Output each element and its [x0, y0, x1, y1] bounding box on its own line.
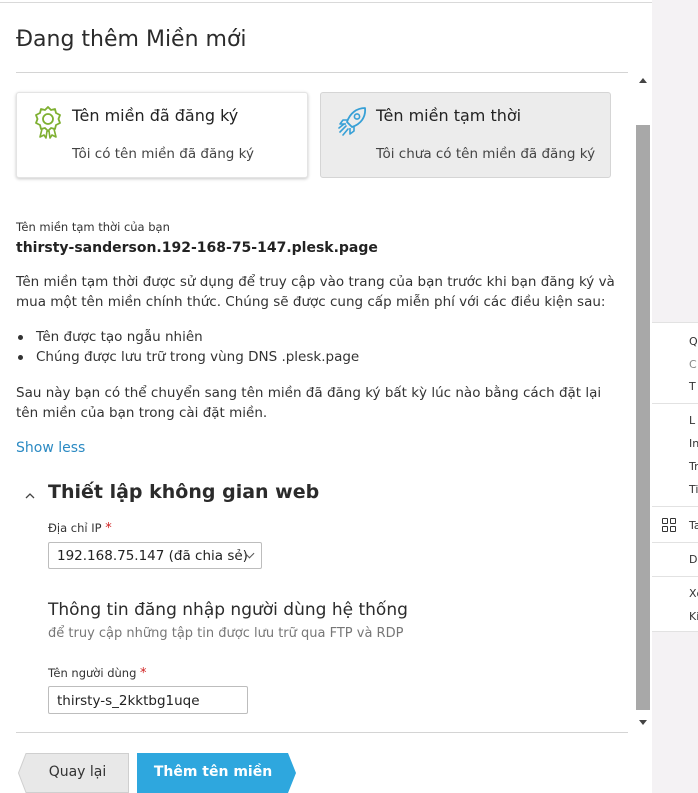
ip-address-select[interactable]: 192.168.75.147 (đã chia sẻ) — [48, 542, 262, 569]
option-registered-domain[interactable]: Tên miền đã đăng ký Tôi có tên miền đã đ… — [16, 92, 308, 178]
temp-domain-label: Tên miền tạm thời của bạn — [16, 220, 170, 234]
bg-menu-item: D — [689, 553, 698, 566]
bg-menu-item: C — [689, 358, 697, 371]
login-info-title: Thông tin đăng nhập người dùng hệ thống — [48, 600, 408, 620]
username-field[interactable]: thirsty-s_2kktbg1uqe — [48, 686, 248, 714]
bg-menu-divider — [652, 506, 698, 507]
bg-menu-item: Ta — [689, 519, 698, 532]
option-subtitle: Tôi chưa có tên miền đã đăng ký — [376, 146, 596, 162]
bg-menu-item: Xo — [689, 587, 698, 600]
webspace-section-title[interactable]: Thiết lập không gian web — [48, 481, 319, 503]
option-title: Tên miền tạm thời — [376, 106, 522, 125]
required-mark: * — [140, 666, 147, 681]
conditions-list: Tên được tạo ngẫu nhiên Chúng được lưu t… — [16, 327, 359, 367]
back-button[interactable]: Quay lại — [18, 753, 129, 793]
scrollbar[interactable] — [636, 73, 650, 732]
divider — [16, 732, 628, 733]
option-title: Tên miền đã đăng ký — [72, 106, 239, 125]
temp-domain-value: thirsty-sanderson.192-168-75-147.plesk.p… — [16, 240, 378, 256]
option-temporary-domain[interactable]: Tên miền tạm thời Tôi chưa có tên miền đ… — [320, 92, 611, 178]
list-item: Tên được tạo ngẫu nhiên — [16, 327, 359, 347]
scrollbar-thumb[interactable] — [636, 125, 650, 710]
bg-menu-item: Ti — [689, 483, 698, 496]
note-text: Sau này bạn có thể chuyển sang tên miền … — [16, 385, 602, 421]
username-value: thirsty-s_2kktbg1uqe — [57, 693, 200, 709]
background-context-menu: Q C T L In Tr Ti Ta D Xo Ki — [652, 322, 698, 632]
username-label: Tên người dùng * — [48, 666, 147, 681]
back-button-label: Quay lại — [48, 764, 107, 780]
bg-menu-item: In — [689, 437, 698, 450]
divider — [16, 72, 628, 73]
option-subtitle: Tôi có tên miền đã đăng ký — [72, 146, 254, 162]
login-info-description: để truy cập những tập tin được lưu trữ q… — [48, 626, 404, 641]
list-item: Chúng được lưu trữ trong vùng DNS .plesk… — [16, 347, 359, 367]
scroll-down-arrow-icon[interactable] — [639, 720, 647, 725]
scroll-up-arrow-icon[interactable] — [639, 78, 647, 83]
bg-menu-divider — [652, 576, 698, 577]
ip-address-value: 192.168.75.147 (đã chia sẻ) — [57, 548, 248, 564]
grid-icon — [662, 518, 676, 532]
add-domain-dialog: Đang thêm Miền mới Tên miền đã đăng ký T… — [0, 0, 652, 793]
add-domain-button-label: Thêm tên miền — [153, 764, 273, 780]
bg-menu-item: Tr — [689, 460, 698, 473]
badge-icon — [33, 105, 63, 139]
bg-menu-item: Ki — [689, 610, 698, 623]
bg-menu-divider — [652, 542, 698, 543]
description-text: Tên miền tạm thời được sử dụng để truy c… — [16, 274, 615, 310]
ip-address-label: Địa chỉ IP * — [48, 521, 112, 536]
add-domain-button[interactable]: Thêm tên miền — [137, 753, 297, 793]
bg-menu-item: T — [689, 380, 696, 393]
bg-menu-divider — [652, 403, 698, 404]
rocket-icon — [337, 105, 367, 139]
bg-menu-item: L — [689, 414, 696, 427]
collapse-chevron-icon[interactable] — [24, 487, 36, 499]
bg-menu-item: Q — [689, 335, 698, 348]
required-mark: * — [105, 521, 112, 536]
show-less-link[interactable]: Show less — [16, 440, 85, 456]
dialog-title: Đang thêm Miền mới — [16, 27, 247, 52]
